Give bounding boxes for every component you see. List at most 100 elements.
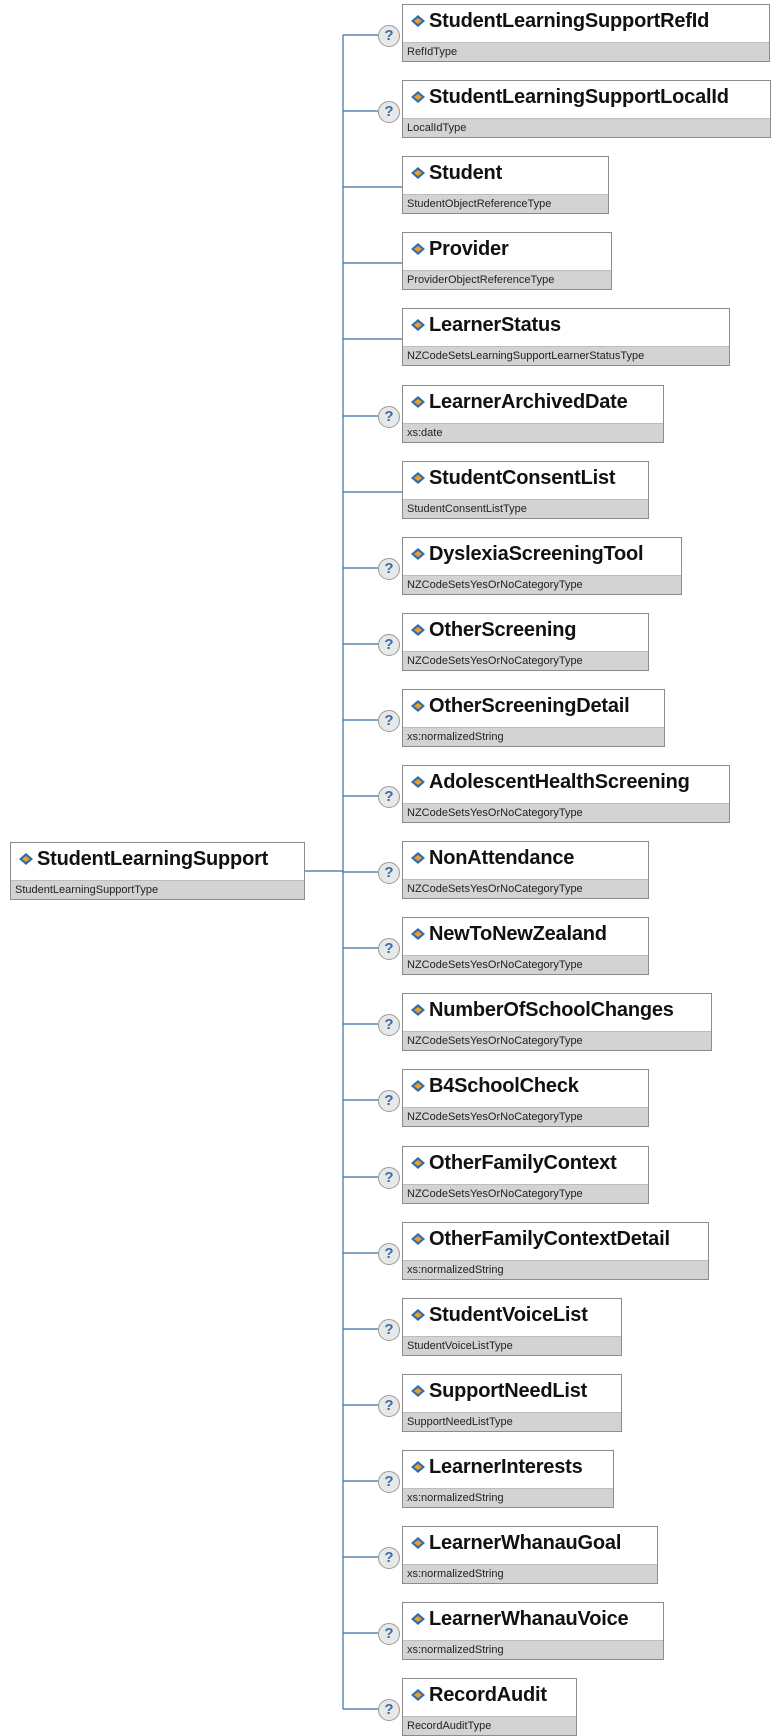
- element-node[interactable]: B4SchoolCheck NZCodeSetsYesOrNoCategoryTy…: [402, 1069, 649, 1127]
- element-label: LearnerStatus: [429, 313, 561, 336]
- element-node[interactable]: StudentLearningSupportRefId RefIdType: [402, 4, 770, 62]
- help-question-icon[interactable]: ?: [378, 558, 400, 580]
- element-name-row: SupportNeedList: [403, 1375, 621, 1407]
- help-question-icon[interactable]: ?: [378, 1623, 400, 1645]
- help-question-icon[interactable]: ?: [378, 938, 400, 960]
- element-type: ProviderObjectReferenceType: [403, 270, 611, 289]
- element-type: NZCodeSetsYesOrNoCategoryType: [403, 955, 648, 974]
- element-node[interactable]: LearnerWhanauVoice xs:normalizedString: [402, 1602, 664, 1660]
- help-question-icon[interactable]: ?: [378, 1471, 400, 1493]
- help-question-icon[interactable]: ?: [378, 710, 400, 732]
- element-diamond-icon: [411, 1233, 425, 1245]
- element-diamond-icon: [411, 15, 425, 27]
- element-node[interactable]: OtherFamilyContext NZCodeSetsYesOrNoCateg…: [402, 1146, 649, 1204]
- element-type: NZCodeSetsLearningSupportLearnerStatusTy…: [403, 346, 729, 365]
- element-label: DyslexiaScreeningTool: [429, 542, 644, 565]
- help-question-icon[interactable]: ?: [378, 1167, 400, 1189]
- help-question-icon[interactable]: ?: [378, 1014, 400, 1036]
- element-node[interactable]: NumberOfSchoolChanges NZCodeSetsYesOrNoCa…: [402, 993, 712, 1051]
- element-label: NewToNewZealand: [429, 922, 607, 945]
- element-diamond-icon: [411, 700, 425, 712]
- element-name-row: NonAttendance: [403, 842, 648, 874]
- element-name-row: RecordAudit: [403, 1679, 576, 1711]
- root-element-node[interactable]: StudentLearningSupport StudentLearningSu…: [10, 842, 305, 900]
- element-diamond-icon: [411, 1157, 425, 1169]
- element-label: Provider: [429, 237, 509, 260]
- element-diamond-icon: [411, 472, 425, 484]
- element-label: SupportNeedList: [429, 1379, 588, 1402]
- element-node[interactable]: Student StudentObjectReferenceType: [402, 156, 609, 214]
- help-question-icon[interactable]: ?: [378, 1547, 400, 1569]
- element-name-row: StudentLearningSupportRefId: [403, 5, 769, 37]
- element-label: B4SchoolCheck: [429, 1074, 579, 1097]
- element-node[interactable]: Provider ProviderObjectReferenceType: [402, 232, 612, 290]
- element-type: xs:date: [403, 423, 663, 442]
- element-type: NZCodeSetsYesOrNoCategoryType: [403, 651, 648, 670]
- element-diamond-icon: [411, 243, 425, 255]
- element-label: StudentVoiceList: [429, 1303, 588, 1326]
- element-type: RecordAuditType: [403, 1716, 576, 1735]
- help-question-icon[interactable]: ?: [378, 1699, 400, 1721]
- element-node[interactable]: LearnerStatus NZCodeSetsLearningSupportLe…: [402, 308, 730, 366]
- element-diamond-icon: [411, 1004, 425, 1016]
- element-diamond-icon: [411, 1537, 425, 1549]
- schema-diagram: StudentLearningSupport StudentLearningSu…: [0, 0, 771, 1736]
- element-diamond-icon: [411, 396, 425, 408]
- element-node[interactable]: SupportNeedList SupportNeedListType: [402, 1374, 622, 1432]
- element-type: LocalIdType: [403, 118, 770, 137]
- element-node[interactable]: NewToNewZealand NZCodeSetsYesOrNoCategory…: [402, 917, 649, 975]
- element-name-row: B4SchoolCheck: [403, 1070, 648, 1102]
- root-element-label: StudentLearningSupport: [37, 847, 269, 870]
- help-question-icon[interactable]: ?: [378, 25, 400, 47]
- element-label: OtherFamilyContextDetail: [429, 1227, 670, 1250]
- help-question-icon[interactable]: ?: [378, 1319, 400, 1341]
- element-node[interactable]: OtherScreeningDetail xs:normalizedString: [402, 689, 665, 747]
- element-type: xs:normalizedString: [403, 1564, 657, 1583]
- element-diamond-icon: [411, 1309, 425, 1321]
- element-diamond-icon: [411, 548, 425, 560]
- element-type: xs:normalizedString: [403, 727, 664, 746]
- element-name-row: LearnerArchivedDate: [403, 386, 663, 418]
- element-diamond-icon: [411, 319, 425, 331]
- element-type: xs:normalizedString: [403, 1260, 708, 1279]
- element-node[interactable]: RecordAudit RecordAuditType: [402, 1678, 577, 1736]
- root-element-type: StudentLearningSupportType: [11, 880, 304, 899]
- element-name-row: StudentConsentList: [403, 462, 648, 494]
- help-question-icon[interactable]: ?: [378, 1090, 400, 1112]
- element-node[interactable]: OtherScreening NZCodeSetsYesOrNoCategoryT…: [402, 613, 649, 671]
- element-node[interactable]: DyslexiaScreeningTool NZCodeSetsYesOrNoCa…: [402, 537, 682, 595]
- element-node[interactable]: AdolescentHealthScreening NZCodeSetsYesOr…: [402, 765, 730, 823]
- help-question-icon[interactable]: ?: [378, 862, 400, 884]
- element-node[interactable]: StudentLearningSupportLocalId LocalIdType: [402, 80, 771, 138]
- element-type: RefIdType: [403, 42, 769, 61]
- element-diamond-icon: [411, 852, 425, 864]
- element-node[interactable]: NonAttendance NZCodeSetsYesOrNoCategoryTy…: [402, 841, 649, 899]
- element-diamond-icon: [411, 928, 425, 940]
- element-node[interactable]: LearnerInterests xs:normalizedString: [402, 1450, 614, 1508]
- help-question-icon[interactable]: ?: [378, 634, 400, 656]
- element-name-row: OtherScreeningDetail: [403, 690, 664, 722]
- element-name-row: OtherScreening: [403, 614, 648, 646]
- element-label: OtherScreening: [429, 618, 577, 641]
- element-diamond-icon: [411, 1385, 425, 1397]
- help-question-icon[interactable]: ?: [378, 101, 400, 123]
- element-node[interactable]: LearnerWhanauGoal xs:normalizedString: [402, 1526, 658, 1584]
- element-node[interactable]: OtherFamilyContextDetail xs:normalizedStr…: [402, 1222, 709, 1280]
- element-name-row: StudentVoiceList: [403, 1299, 621, 1331]
- element-label: StudentConsentList: [429, 466, 616, 489]
- element-node[interactable]: LearnerArchivedDate xs:date: [402, 385, 664, 443]
- help-question-icon[interactable]: ?: [378, 406, 400, 428]
- element-type: NZCodeSetsYesOrNoCategoryType: [403, 803, 729, 822]
- element-node[interactable]: StudentConsentList StudentConsentListType: [402, 461, 649, 519]
- element-name-row: NumberOfSchoolChanges: [403, 994, 711, 1026]
- help-question-icon[interactable]: ?: [378, 786, 400, 808]
- element-node[interactable]: StudentVoiceList StudentVoiceListType: [402, 1298, 622, 1356]
- element-label: LearnerWhanauGoal: [429, 1531, 622, 1554]
- help-question-icon[interactable]: ?: [378, 1243, 400, 1265]
- help-question-icon[interactable]: ?: [378, 1395, 400, 1417]
- element-type: xs:normalizedString: [403, 1640, 663, 1659]
- element-name-row: AdolescentHealthScreening: [403, 766, 729, 798]
- element-type: SupportNeedListType: [403, 1412, 621, 1431]
- element-name-row: LearnerWhanauVoice: [403, 1603, 663, 1635]
- element-label: NumberOfSchoolChanges: [429, 998, 674, 1021]
